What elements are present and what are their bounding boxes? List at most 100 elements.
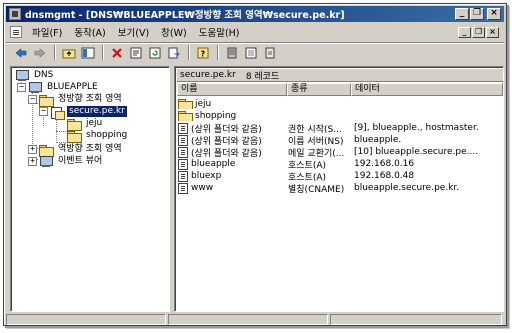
- properties-icon[interactable]: [127, 44, 145, 61]
- record-name: jeju: [195, 99, 212, 109]
- record-data: blueapple.secure.pe.kr.: [354, 183, 460, 193]
- record-name-cell: jeju: [177, 99, 287, 109]
- toolbar-separator: [188, 45, 190, 60]
- collapse-zone-toggle[interactable]: −: [39, 107, 48, 116]
- record-count: 8 레코드: [245, 71, 280, 82]
- column-headers: 이름 종류 데이터: [177, 83, 503, 96]
- details-title: secure.pe.kr 8 레코드: [177, 69, 503, 82]
- record-name: shopping: [195, 111, 237, 121]
- toolbar-separator: [54, 45, 56, 60]
- list-item[interactable]: jeju: [177, 98, 503, 110]
- list-item[interactable]: (상위 폴더와 같음) 메일 교환기(... [10] blueapple.secu…: [177, 146, 503, 159]
- record-name: (상위 폴더와 같음): [191, 148, 262, 159]
- back-icon[interactable]: [12, 44, 30, 61]
- minimize-button[interactable]: _: [455, 8, 469, 20]
- record-list: jeju shopping (상위 폴더와 같음) 권한 시작(S... [9], bl…: [177, 98, 503, 195]
- console-tree[interactable]: DNS − BLUEAPPLE − 정방향 조회 영역 − secure.pe.…: [10, 66, 170, 312]
- details-pane[interactable]: secure.pe.kr 8 레코드 이름 종류 데이터 jeju shoppin…: [174, 66, 504, 312]
- list-item[interactable]: blueapple 호스트(A) 192.168.0.16: [177, 158, 503, 171]
- record-name-cell: blueapple: [177, 158, 287, 170]
- child-close-button[interactable]: ×: [486, 26, 499, 38]
- menu-help[interactable]: 도움말(H): [193, 25, 246, 39]
- collapse-server-toggle[interactable]: −: [17, 83, 26, 92]
- restore-button[interactable]: ❐: [470, 8, 484, 20]
- record-data: 192.168.0.16: [354, 159, 415, 169]
- record-name: www: [191, 183, 214, 193]
- tree-connector: [56, 131, 66, 132]
- record-data: 192.168.0.48: [354, 171, 415, 181]
- details-zone-name: secure.pe.kr: [180, 70, 236, 80]
- app-icon[interactable]: [9, 8, 21, 20]
- tree-label-forward-zone: 정방향 조회 영역: [58, 94, 122, 104]
- server-icon[interactable]: [223, 44, 241, 61]
- list-item[interactable]: (상위 폴더와 같음) 이름 서버(NS) blueapple.: [177, 134, 503, 147]
- record-icon: [178, 170, 188, 182]
- list-item[interactable]: (상위 폴더와 같음) 권한 시작(S... [9], blueapple., ho…: [177, 122, 503, 135]
- child-restore-button[interactable]: ❐: [472, 26, 485, 38]
- column-header-data[interactable]: 데이터: [351, 83, 503, 96]
- svg-text:?: ?: [201, 49, 206, 58]
- refresh-icon[interactable]: [146, 44, 164, 61]
- tree-label-jeju: jeju: [86, 118, 103, 128]
- toolbar-separator: [217, 45, 219, 60]
- list-item[interactable]: bluexp 호스트(A) 192.168.0.48: [177, 170, 503, 183]
- tree-item-server[interactable]: − BLUEAPPLE: [17, 82, 100, 93]
- record-icon: [178, 182, 188, 194]
- event-viewer-icon: [39, 156, 53, 167]
- document-icon[interactable]: [10, 26, 22, 38]
- status-section: [168, 314, 328, 325]
- tree-item-dns[interactable]: DNS: [15, 70, 55, 81]
- folder-icon: [39, 144, 54, 157]
- child-minimize-button[interactable]: _: [458, 26, 471, 38]
- record-name-cell: bluexp: [177, 170, 287, 182]
- list-item[interactable]: www 별칭(CNAME) blueapple.secure.pe.kr.: [177, 182, 503, 195]
- record-name: bluexp: [191, 171, 222, 181]
- collapse-forward-zone-toggle[interactable]: −: [28, 95, 37, 104]
- up-folder-icon[interactable]: [60, 44, 78, 61]
- tree-item-event-viewer[interactable]: + 이벤트 뷰어: [28, 156, 104, 167]
- record-name-cell: www: [177, 182, 287, 194]
- forward-icon[interactable]: [31, 44, 49, 61]
- record-icon: [178, 158, 188, 170]
- menu-file[interactable]: 파일(F): [26, 25, 68, 39]
- column-header-name[interactable]: 이름: [177, 83, 287, 96]
- window-title: dnsmgmt - [DNS₩BLUEAPPLE₩정방향 조회 영역₩secur…: [25, 10, 345, 21]
- folder-icon: [39, 94, 54, 107]
- record-icon[interactable]: [261, 44, 279, 61]
- tree-item-secure-zone[interactable]: − secure.pe.kr: [39, 105, 128, 120]
- menu-view[interactable]: 보기(V): [112, 25, 155, 39]
- tree-label-server: BLUEAPPLE: [47, 82, 98, 92]
- delete-icon[interactable]: [108, 44, 126, 61]
- zone-icon: [50, 106, 65, 120]
- record-name: blueapple: [191, 159, 236, 169]
- record-icon: [178, 134, 188, 146]
- tree-item-forward-zone[interactable]: − 정방향 조회 영역: [28, 94, 124, 107]
- column-header-type[interactable]: 종류: [287, 83, 351, 96]
- mmc-window: dnsmgmt - [DNS₩BLUEAPPLE₩정방향 조회 영역₩secur…: [3, 3, 507, 326]
- folder-icon: [67, 118, 82, 131]
- record-name-cell: shopping: [177, 111, 287, 121]
- menu-window[interactable]: 창(W): [155, 25, 193, 39]
- list-item[interactable]: shopping: [177, 110, 503, 122]
- tree-item-jeju[interactable]: jeju: [67, 118, 104, 131]
- expand-reverse-zone-toggle[interactable]: +: [28, 145, 37, 154]
- help-icon[interactable]: ?: [194, 44, 212, 61]
- record-icon: [178, 146, 188, 158]
- dns-icon: [15, 70, 29, 81]
- show-tree-icon[interactable]: [79, 44, 97, 61]
- zone-list-icon[interactable]: [242, 44, 260, 61]
- export-icon[interactable]: [165, 44, 183, 61]
- close-button[interactable]: ×: [487, 8, 501, 20]
- server-icon: [28, 82, 42, 93]
- expand-event-viewer-toggle[interactable]: +: [28, 157, 37, 166]
- tree-item-shopping[interactable]: shopping: [67, 130, 129, 143]
- tree-label-event-viewer: 이벤트 뷰어: [58, 156, 103, 166]
- tree-item-reverse-zone[interactable]: + 역방향 조회 영역: [28, 144, 124, 157]
- menu-action[interactable]: 동작(A): [68, 25, 111, 39]
- tree-label-secure-zone: secure.pe.kr: [66, 105, 128, 118]
- title-bar[interactable]: dnsmgmt - [DNS₩BLUEAPPLE₩정방향 조회 영역₩secur…: [6, 6, 504, 22]
- folder-icon: [178, 99, 193, 109]
- tree-connector: [56, 142, 66, 143]
- record-data: [10] blueapple.secure.pe....: [354, 147, 479, 157]
- record-data: blueapple.: [354, 135, 402, 145]
